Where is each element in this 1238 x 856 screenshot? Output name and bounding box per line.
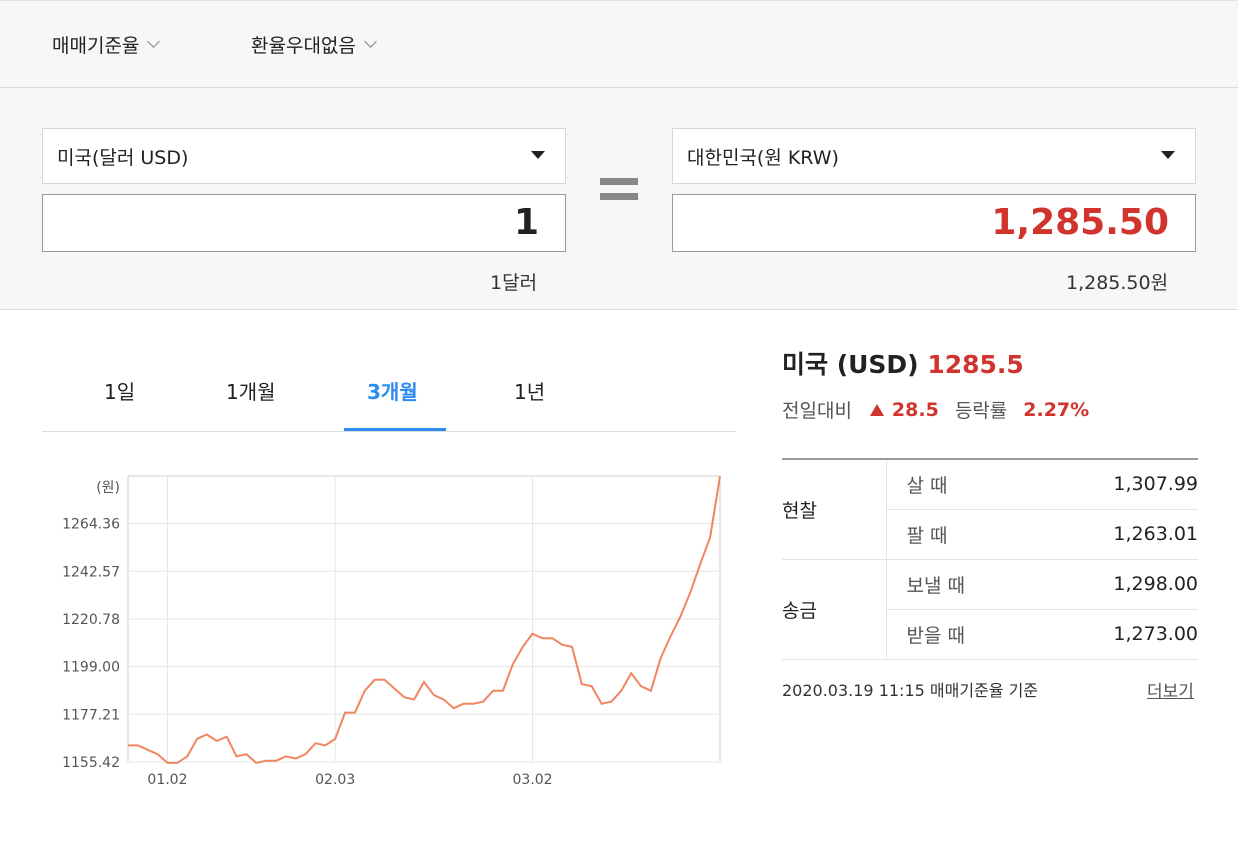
from-currency-select[interactable]: 미국(달러 USD): [42, 128, 566, 184]
chevron-down-icon: [147, 35, 161, 48]
to-amount-input[interactable]: 1,285.50: [672, 194, 1196, 252]
rates-category: 송금: [782, 559, 887, 660]
rate-type-label: 매매기준율: [52, 35, 140, 57]
to-amount-note: 1,285.50원: [1066, 272, 1169, 294]
rates-label: 받을 때: [886, 609, 1037, 660]
up-triangle-icon: [869, 403, 884, 416]
currency-converter: 미국(달러 USD) 1 1달러 대한민국(원 KRW) 1,285.50 1,…: [0, 88, 1238, 310]
discount-dropdown[interactable]: 환율우대없음: [251, 31, 377, 58]
rates-table: 현찰 살 때 1,307.99 팔 때 1,263.01 송금 보낼 때 1,2…: [782, 458, 1198, 660]
equals-icon: [600, 178, 638, 208]
y-tick-label: 1155.42: [62, 755, 120, 771]
change-label: 전일대비: [782, 400, 852, 422]
rates-label: 팔 때: [886, 509, 1037, 560]
caret-down-icon: [1161, 151, 1175, 159]
tab-1month[interactable]: 1개월: [226, 376, 276, 405]
y-unit-label: (원): [96, 480, 120, 496]
summary-value: 1285.5: [927, 350, 1024, 379]
table-row: 현찰 살 때 1,307.99: [782, 458, 1198, 560]
rate-value: 2.27%: [1023, 398, 1090, 421]
active-tab-indicator: [344, 428, 446, 431]
basis-note: 2020.03.19 11:15 매매기준율 기준: [782, 681, 1039, 700]
period-tabs: 1일 1개월 3개월 1년: [42, 352, 736, 432]
option-bar: 매매기준율 환율우대없음: [0, 0, 1238, 88]
summary-change: 전일대비 28.5 등락률 2.27%: [782, 396, 1089, 423]
y-tick-label: 1242.57: [62, 564, 120, 580]
change-value: 28.5: [891, 398, 939, 421]
discount-label: 환율우대없음: [251, 35, 356, 57]
exchange-rate-chart: 1264.36 1242.57 1220.78 1199.00 1177.21 1155.…: [62, 475, 721, 788]
y-tick-label: 1264.36: [62, 517, 120, 533]
rate-type-dropdown[interactable]: 매매기준율: [52, 31, 161, 58]
summary-country: 미국 (USD): [782, 350, 919, 379]
y-tick-label: 1220.78: [62, 612, 120, 628]
x-tick-label: 01.02: [147, 772, 187, 788]
from-amount-note: 1달러: [490, 272, 538, 294]
x-tick-label: 02.03: [315, 772, 355, 788]
rate-label: 등락률: [954, 400, 1008, 422]
x-tick-label: 03.02: [512, 772, 552, 788]
table-row: 송금 보낼 때 1,298.00: [782, 559, 1198, 660]
y-tick-label: 1199.00: [62, 660, 120, 676]
tab-1year[interactable]: 1년: [514, 376, 545, 405]
to-currency-select[interactable]: 대한민국(원 KRW): [672, 128, 1196, 184]
summary-title: 미국 (USD) 1285.5: [782, 345, 1024, 381]
caret-down-icon: [531, 151, 545, 159]
rates-category: 현찰: [782, 458, 887, 560]
from-amount-input[interactable]: 1: [42, 194, 566, 252]
to-currency-label: 대한민국(원 KRW): [687, 146, 839, 169]
more-link[interactable]: 더보기: [1147, 677, 1194, 702]
rates-value: 1,273.00: [1036, 609, 1198, 660]
tab-3month[interactable]: 3개월: [367, 376, 418, 405]
rates-label: 살 때: [886, 458, 1037, 510]
from-currency-label: 미국(달러 USD): [57, 146, 189, 169]
chevron-down-icon: [364, 35, 377, 48]
rates-value: 1,298.00: [1036, 559, 1198, 610]
tab-1day[interactable]: 1일: [104, 376, 135, 405]
rates-value: 1,307.99: [1036, 458, 1198, 510]
rates-label: 보낼 때: [886, 559, 1037, 610]
rates-value: 1,263.01: [1036, 509, 1198, 560]
y-tick-label: 1177.21: [62, 707, 120, 723]
